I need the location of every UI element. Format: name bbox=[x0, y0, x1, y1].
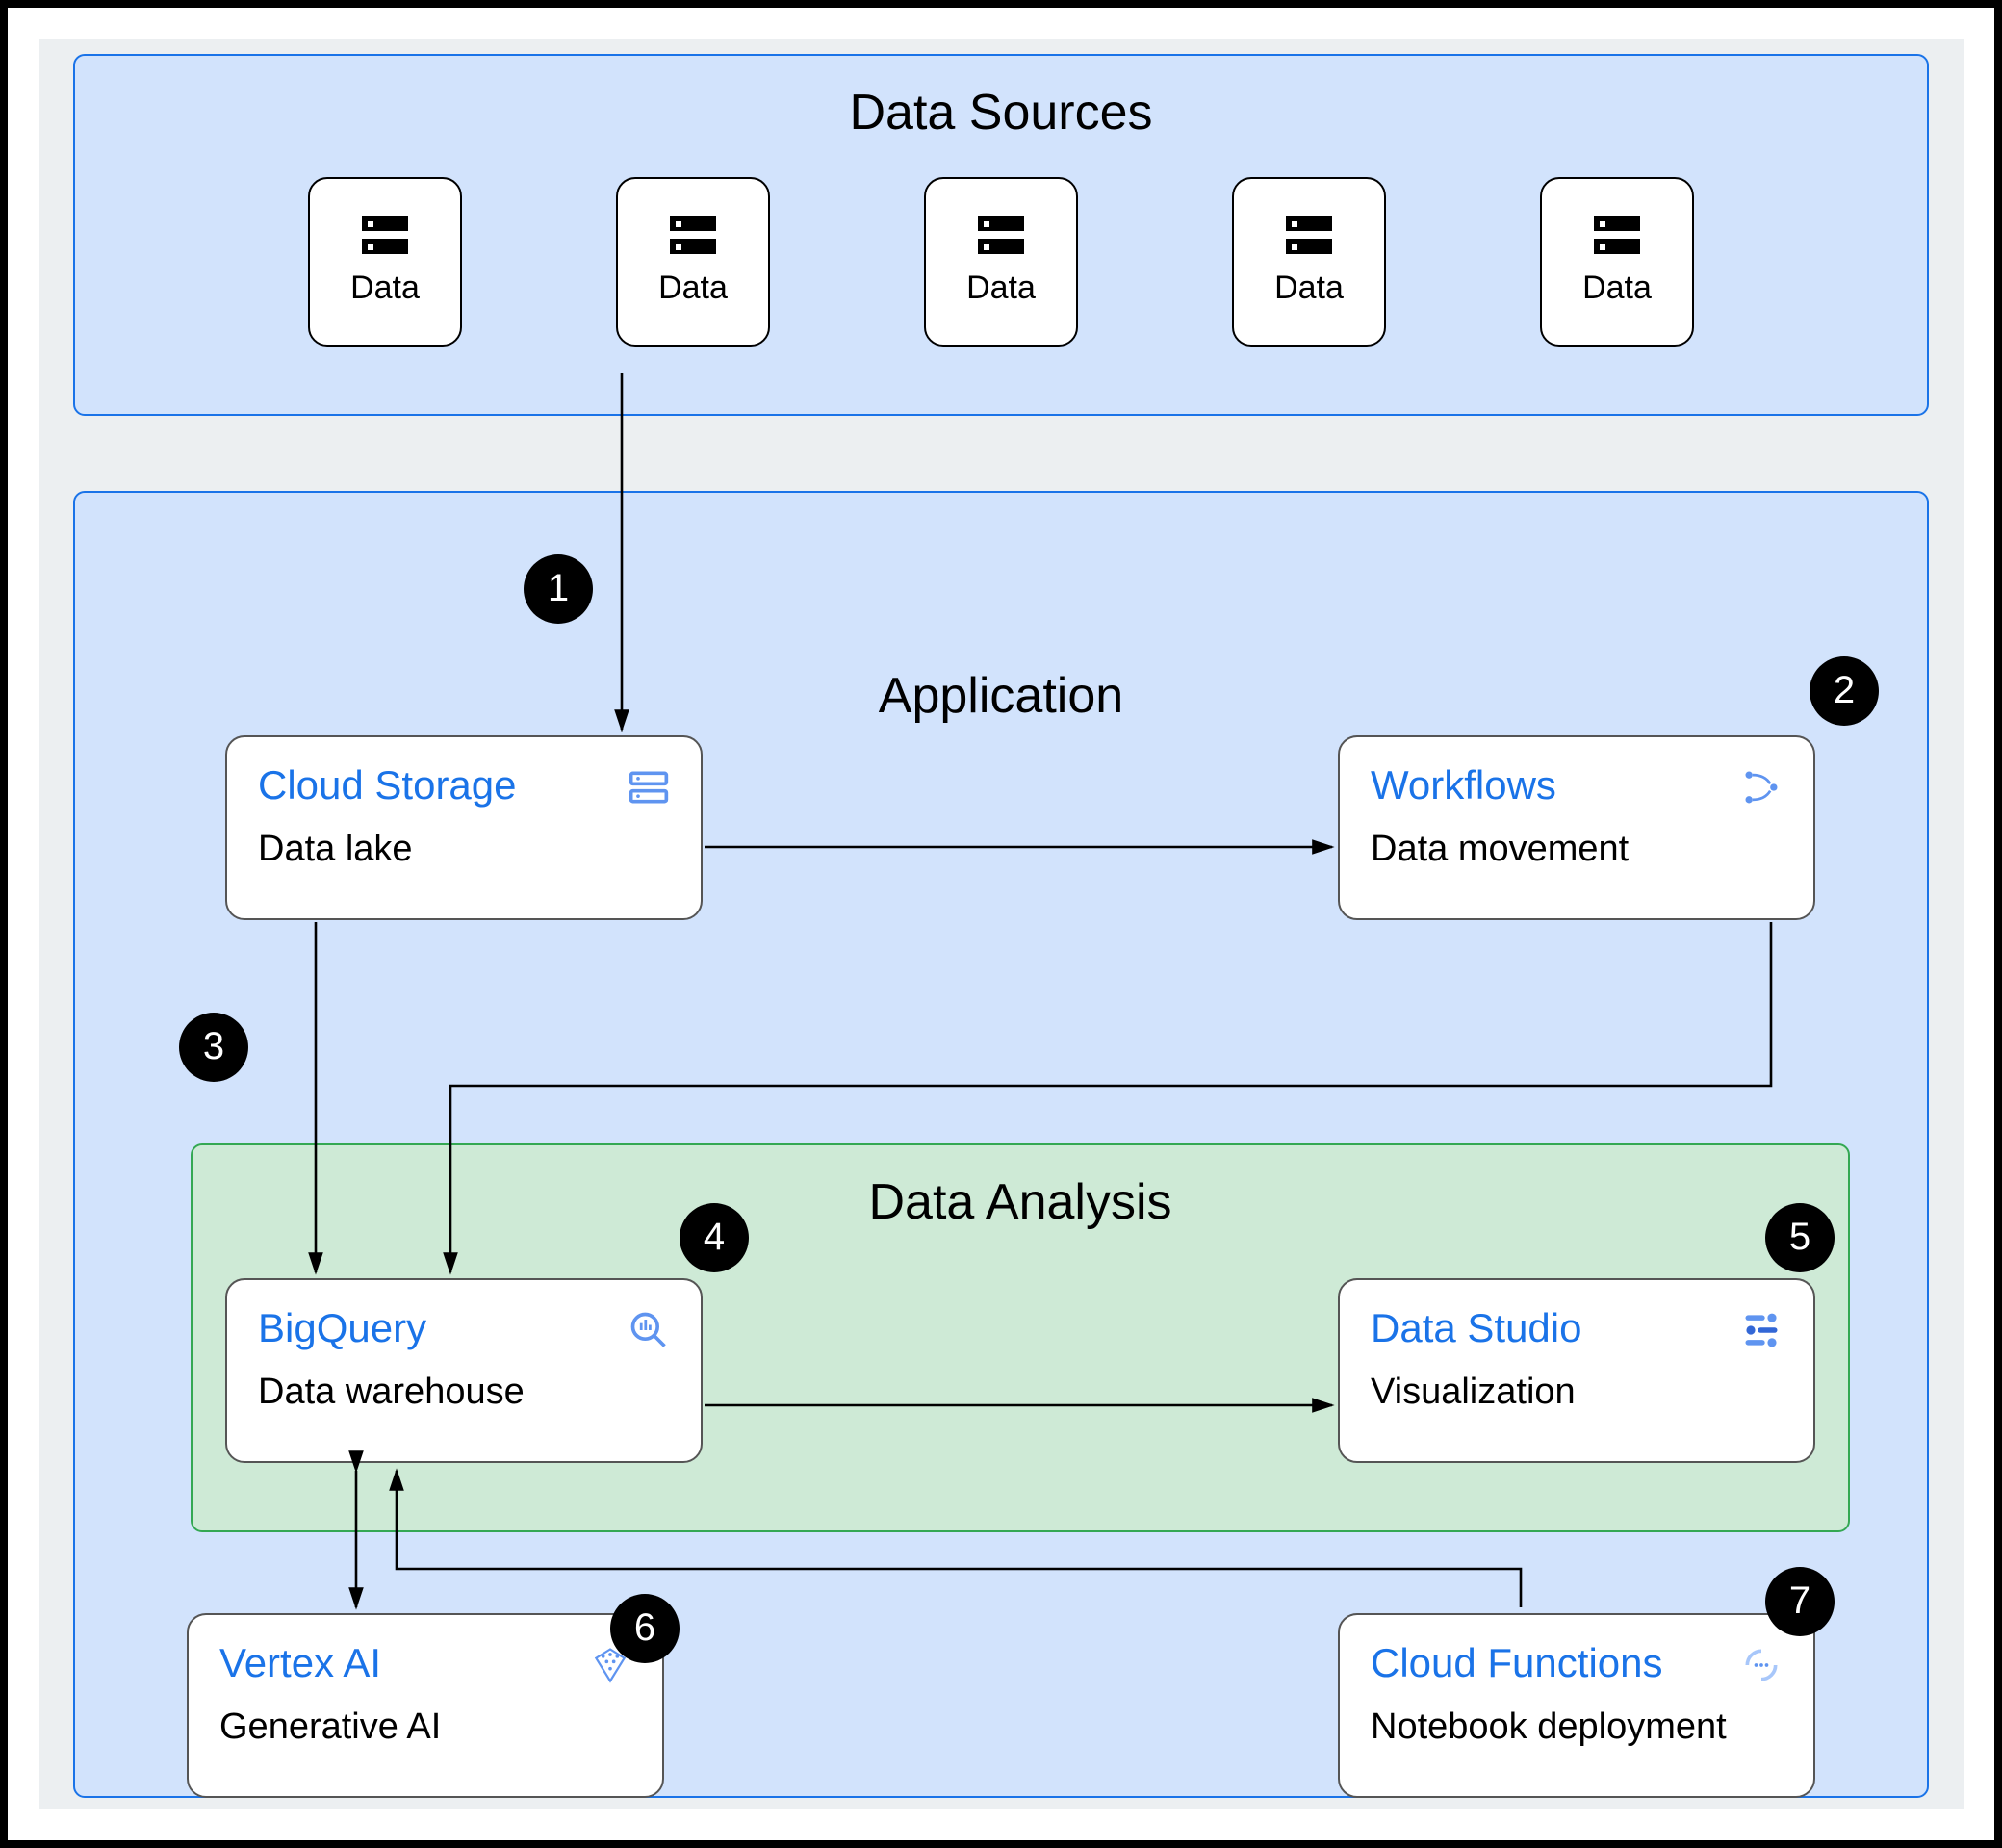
storage-icon bbox=[362, 216, 408, 258]
service-cloud-functions: Cloud Functions Notebook deployment bbox=[1338, 1613, 1815, 1798]
service-subtitle: Data warehouse bbox=[258, 1373, 670, 1415]
data-source-label: Data bbox=[1582, 270, 1652, 308]
service-bigquery: BigQuery Data warehouse bbox=[225, 1278, 703, 1463]
data-source-3: Data bbox=[924, 177, 1078, 346]
badge-3: 3 bbox=[179, 1013, 248, 1082]
badge-1: 1 bbox=[524, 554, 593, 624]
data-studio-icon bbox=[1740, 1309, 1783, 1351]
data-source-row: Data Data Data Data Data bbox=[75, 177, 1927, 346]
workflows-icon bbox=[1740, 766, 1783, 808]
service-title: Data Studio bbox=[1371, 1307, 1582, 1353]
service-cloud-storage: Cloud Storage Data lake bbox=[225, 735, 703, 920]
section-title-data-sources: Data Sources bbox=[75, 83, 1927, 142]
data-source-5: Data bbox=[1540, 177, 1694, 346]
cloud-functions-icon bbox=[1740, 1644, 1783, 1686]
service-workflows: Workflows Data movement bbox=[1338, 735, 1815, 920]
service-vertex-ai: Vertex AI Generative AI bbox=[187, 1613, 664, 1798]
service-subtitle: Notebook deployment bbox=[1371, 1707, 1783, 1750]
diagram-inner: Data Sources Data Data Data Data bbox=[38, 38, 1964, 1810]
service-title: Vertex AI bbox=[219, 1642, 381, 1688]
data-source-2: Data bbox=[616, 177, 770, 346]
section-title-analysis: Data Analysis bbox=[192, 1172, 1848, 1232]
data-source-1: Data bbox=[308, 177, 462, 346]
service-subtitle: Visualization bbox=[1371, 1373, 1783, 1415]
service-subtitle: Data movement bbox=[1371, 830, 1783, 872]
storage-icon bbox=[1594, 216, 1640, 258]
storage-icon bbox=[670, 216, 716, 258]
data-source-4: Data bbox=[1232, 177, 1386, 346]
service-subtitle: Data lake bbox=[258, 830, 670, 872]
service-title: Workflows bbox=[1371, 764, 1556, 810]
diagram-canvas: Data Sources Data Data Data Data bbox=[0, 0, 2002, 1848]
data-source-label: Data bbox=[350, 270, 420, 308]
section-application: Application Data Analysis Cloud Storage … bbox=[73, 491, 1929, 1798]
data-source-label: Data bbox=[658, 270, 728, 308]
cloud-storage-icon bbox=[628, 766, 670, 808]
badge-5: 5 bbox=[1765, 1203, 1835, 1272]
badge-6: 6 bbox=[610, 1594, 680, 1663]
badge-7: 7 bbox=[1765, 1567, 1835, 1636]
data-source-label: Data bbox=[966, 270, 1036, 308]
bigquery-icon bbox=[628, 1309, 670, 1351]
data-source-label: Data bbox=[1274, 270, 1344, 308]
badge-4: 4 bbox=[680, 1203, 749, 1272]
service-title: Cloud Functions bbox=[1371, 1642, 1663, 1688]
service-title: BigQuery bbox=[258, 1307, 426, 1353]
service-title: Cloud Storage bbox=[258, 764, 517, 810]
service-data-studio: Data Studio Visualization bbox=[1338, 1278, 1815, 1463]
storage-icon bbox=[1286, 216, 1332, 258]
section-title-application: Application bbox=[75, 666, 1927, 726]
section-data-sources: Data Sources Data Data Data Data bbox=[73, 54, 1929, 416]
badge-2: 2 bbox=[1810, 656, 1879, 726]
service-subtitle: Generative AI bbox=[219, 1707, 631, 1750]
storage-icon bbox=[978, 216, 1024, 258]
